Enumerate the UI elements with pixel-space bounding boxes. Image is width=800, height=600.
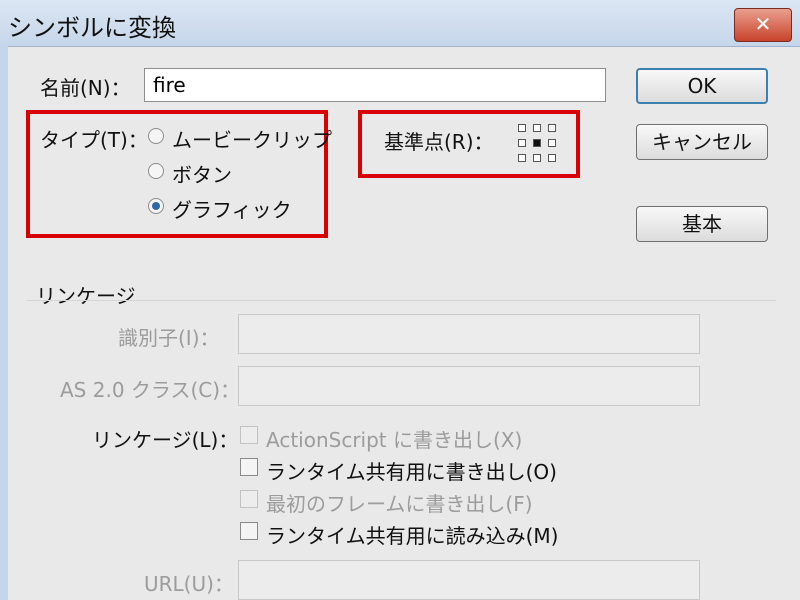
regpoint-top-center[interactable] (533, 124, 541, 132)
radio-movieclip-label[interactable]: ムービークリップ (172, 124, 332, 153)
regpoint-bottom-center[interactable] (533, 154, 541, 162)
radio-graphic-label[interactable]: グラフィック (172, 194, 292, 223)
radio-graphic[interactable] (148, 198, 164, 214)
radio-button[interactable] (148, 163, 164, 179)
close-icon: ✕ (754, 12, 772, 36)
import-runtime-sharing-label[interactable]: ランタイム共有用に読み込み(M) (266, 520, 558, 549)
export-first-frame-label[interactable]: 最初のフレームに書き出し(F) (266, 488, 533, 517)
export-first-frame-checkbox[interactable] (240, 490, 258, 508)
regpoint-middle-left[interactable] (518, 139, 526, 147)
cancel-button[interactable]: キャンセル (636, 124, 768, 160)
regpoint-bottom-left[interactable] (518, 154, 526, 162)
url-field[interactable] (238, 560, 700, 600)
as-class-field[interactable] (238, 366, 700, 406)
basic-button[interactable]: 基本 (636, 206, 768, 242)
export-actionscript-label[interactable]: ActionScript に書き出し(X) (266, 424, 522, 453)
regpoint-bottom-right[interactable] (548, 154, 556, 162)
regpoint-top-right[interactable] (548, 124, 556, 132)
identifier-label: 識別子(I)： (118, 326, 220, 350)
close-button[interactable]: ✕ (734, 8, 792, 42)
regpoint-center[interactable] (533, 139, 541, 147)
url-label: URL(U)： (144, 572, 234, 596)
dialog-title: シンボルに変換 (8, 14, 176, 42)
radio-movieclip[interactable] (148, 128, 164, 144)
linkage-label: リンケージ(L)： (92, 428, 239, 452)
linkage-section-title: リンケージ (36, 284, 136, 308)
import-runtime-sharing-checkbox[interactable] (240, 522, 258, 540)
as-class-label: AS 2.0 クラス(C)： (60, 378, 241, 402)
ok-button[interactable]: OK (636, 68, 768, 104)
title-bar: シンボルに変換 ✕ (0, 0, 800, 47)
registration-grid[interactable] (518, 124, 556, 162)
type-label: タイプ(T)： (40, 128, 148, 152)
window-frame (0, 46, 8, 600)
export-runtime-sharing-label[interactable]: ランタイム共有用に書き出し(O) (266, 456, 557, 485)
registration-label: 基準点(R)： (384, 130, 494, 154)
export-runtime-sharing-checkbox[interactable] (240, 458, 258, 476)
radio-button-label[interactable]: ボタン (172, 159, 232, 188)
regpoint-middle-right[interactable] (548, 139, 556, 147)
name-input[interactable] (144, 68, 606, 102)
linkage-group-divider (26, 300, 776, 301)
regpoint-top-left[interactable] (518, 124, 526, 132)
identifier-field[interactable] (238, 314, 700, 354)
export-actionscript-checkbox[interactable] (240, 426, 258, 444)
name-label: 名前(N)： (40, 76, 131, 100)
